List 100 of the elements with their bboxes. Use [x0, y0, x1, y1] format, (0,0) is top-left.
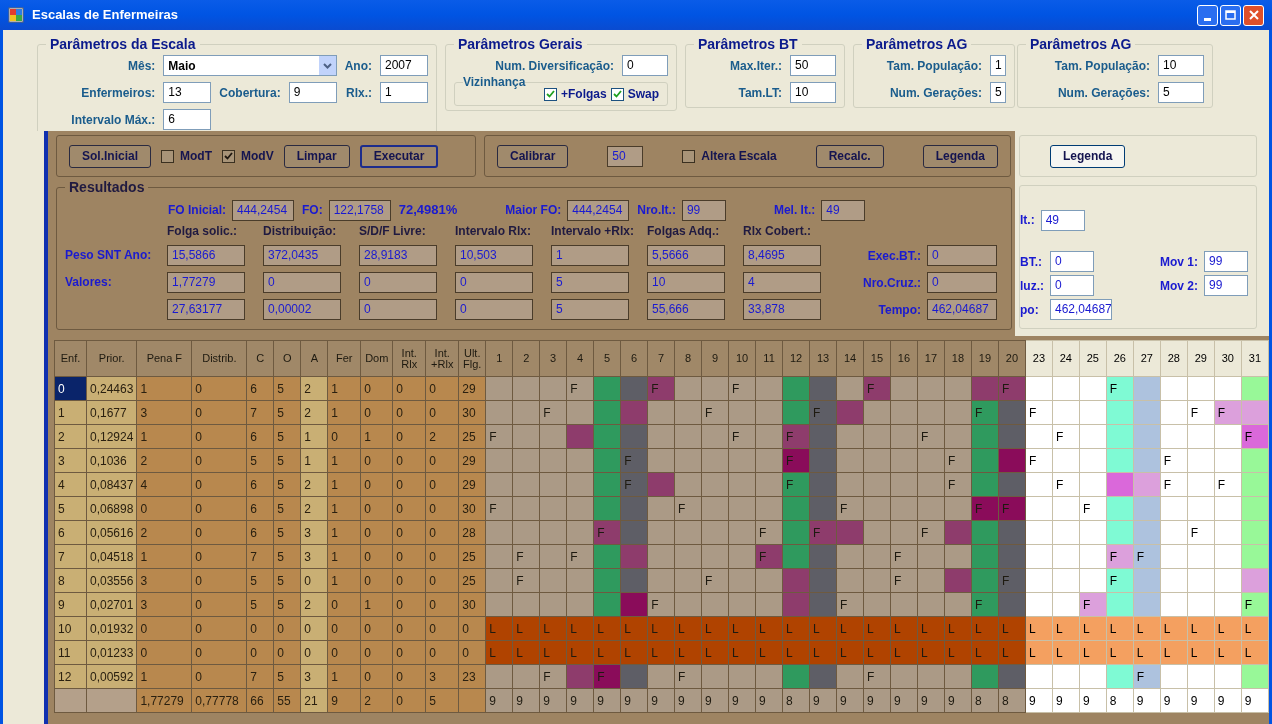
column-header[interactable]: 14: [836, 340, 864, 377]
text-field[interactable]: 99: [1204, 251, 1248, 272]
column-header[interactable]: 26: [1106, 340, 1134, 377]
column-header[interactable]: 13: [809, 340, 837, 377]
column-header[interactable]: 2: [512, 340, 540, 377]
text-field[interactable]: 28,9183: [359, 244, 437, 266]
text-field[interactable]: 1: [990, 55, 1006, 76]
checkbox[interactable]: [543, 87, 557, 101]
column-header[interactable]: Distrib.: [191, 340, 247, 377]
text-field[interactable]: 5: [551, 271, 629, 293]
column-header[interactable]: Pena F: [136, 340, 192, 377]
text-field[interactable]: 0: [1050, 251, 1094, 272]
column-header[interactable]: 16: [890, 340, 918, 377]
checkbox[interactable]: [222, 149, 235, 163]
text-field[interactable]: 372,0435: [263, 244, 341, 266]
text-field[interactable]: 10,503: [455, 244, 533, 266]
column-header[interactable]: 18: [944, 340, 972, 377]
text-field[interactable]: 50: [790, 55, 836, 76]
text-field[interactable]: 15,5866: [167, 244, 245, 266]
column-header[interactable]: 9: [701, 340, 729, 377]
text-field[interactable]: 5,5666: [647, 244, 725, 266]
text-field[interactable]: 5: [1158, 82, 1204, 103]
column-header[interactable]: O: [273, 340, 301, 377]
column-header[interactable]: Fer: [327, 340, 361, 377]
checkbox[interactable]: [161, 149, 174, 163]
legend-button[interactable]: Legenda: [1050, 144, 1126, 168]
action-button[interactable]: Executar: [359, 144, 439, 168]
text-field[interactable]: 6: [163, 109, 212, 130]
text-field[interactable]: 0: [263, 271, 341, 293]
text-field[interactable]: 0: [927, 271, 997, 293]
text-field[interactable]: 0: [455, 298, 533, 320]
text-field[interactable]: 0: [455, 271, 533, 293]
text-field[interactable]: 444,2454: [567, 199, 630, 221]
text-field[interactable]: 5: [990, 82, 1006, 103]
column-header[interactable]: Dom: [360, 340, 393, 377]
text-field[interactable]: 0,00002: [263, 298, 341, 320]
text-field[interactable]: 8,4695: [743, 244, 821, 266]
text-field[interactable]: 10: [790, 82, 836, 103]
column-header[interactable]: 5: [593, 340, 621, 377]
text-field[interactable]: 0: [359, 298, 437, 320]
text-field[interactable]: 1: [380, 82, 428, 103]
text-field[interactable]: 1: [551, 244, 629, 266]
text-field[interactable]: 99: [1204, 275, 1248, 296]
column-header[interactable]: 29: [1187, 340, 1215, 377]
column-header[interactable]: 11: [755, 340, 783, 377]
column-header[interactable]: 19: [971, 340, 999, 377]
text-field[interactable]: 99: [681, 199, 726, 221]
text-field[interactable]: 49: [1040, 209, 1085, 231]
text-field[interactable]: 49: [821, 199, 866, 221]
text-field[interactable]: 0: [622, 55, 668, 76]
column-header[interactable]: 28: [1160, 340, 1188, 377]
column-header[interactable]: 7: [647, 340, 675, 377]
text-field[interactable]: 13: [163, 82, 212, 103]
column-header[interactable]: 24: [1052, 340, 1080, 377]
text-field[interactable]: 0: [927, 244, 997, 266]
checkbox[interactable]: [682, 149, 696, 163]
column-header[interactable]: Int. +Rlx: [425, 340, 459, 377]
checkbox[interactable]: [610, 87, 624, 101]
text-field[interactable]: 462,04687: [1050, 299, 1112, 320]
text-field[interactable]: 1,77279: [167, 271, 245, 293]
text-field[interactable]: 5: [551, 298, 629, 320]
column-header[interactable]: 1: [485, 340, 513, 377]
text-field[interactable]: 10: [647, 271, 725, 293]
text-field[interactable]: 0: [1050, 275, 1094, 296]
text-field[interactable]: 50: [607, 145, 644, 167]
column-header[interactable]: Ult. Flg.: [458, 340, 486, 377]
action-button[interactable]: Calibrar: [497, 144, 569, 168]
month-dropdown[interactable]: Maio: [163, 55, 337, 76]
column-header[interactable]: Prior.: [86, 340, 137, 377]
close-button[interactable]: [1243, 4, 1264, 26]
column-header[interactable]: 6: [620, 340, 648, 377]
column-header[interactable]: 3: [539, 340, 567, 377]
text-field[interactable]: 2007: [380, 55, 428, 76]
column-header[interactable]: 17: [917, 340, 945, 377]
text-field[interactable]: 27,63177: [167, 298, 245, 320]
column-header[interactable]: 23: [1025, 340, 1053, 377]
column-header[interactable]: 12: [782, 340, 810, 377]
column-header[interactable]: Int. Rlx: [392, 340, 426, 377]
column-header[interactable]: 8: [674, 340, 702, 377]
action-button[interactable]: Recalc.: [815, 144, 884, 168]
column-header[interactable]: 10: [728, 340, 756, 377]
text-field[interactable]: 462,04687: [927, 298, 997, 320]
column-header[interactable]: 31: [1241, 340, 1269, 377]
text-field[interactable]: 0: [359, 271, 437, 293]
column-header[interactable]: A: [300, 340, 328, 377]
minimize-button[interactable]: [1197, 4, 1218, 26]
text-field[interactable]: 9: [288, 82, 337, 103]
action-button[interactable]: Legenda: [922, 144, 998, 168]
column-header[interactable]: 25: [1079, 340, 1107, 377]
action-button[interactable]: Sol.Inicial: [69, 144, 151, 168]
action-button[interactable]: Limpar: [283, 144, 350, 168]
column-header[interactable]: Enf.: [54, 340, 87, 377]
column-header[interactable]: 27: [1133, 340, 1161, 377]
text-field[interactable]: 444,2454: [232, 199, 294, 221]
column-header[interactable]: 20: [998, 340, 1026, 377]
column-header[interactable]: 4: [566, 340, 594, 377]
text-field[interactable]: 10: [1158, 55, 1204, 76]
text-field[interactable]: 55,666: [647, 298, 725, 320]
maximize-button[interactable]: [1220, 4, 1241, 26]
column-header[interactable]: 30: [1214, 340, 1242, 377]
